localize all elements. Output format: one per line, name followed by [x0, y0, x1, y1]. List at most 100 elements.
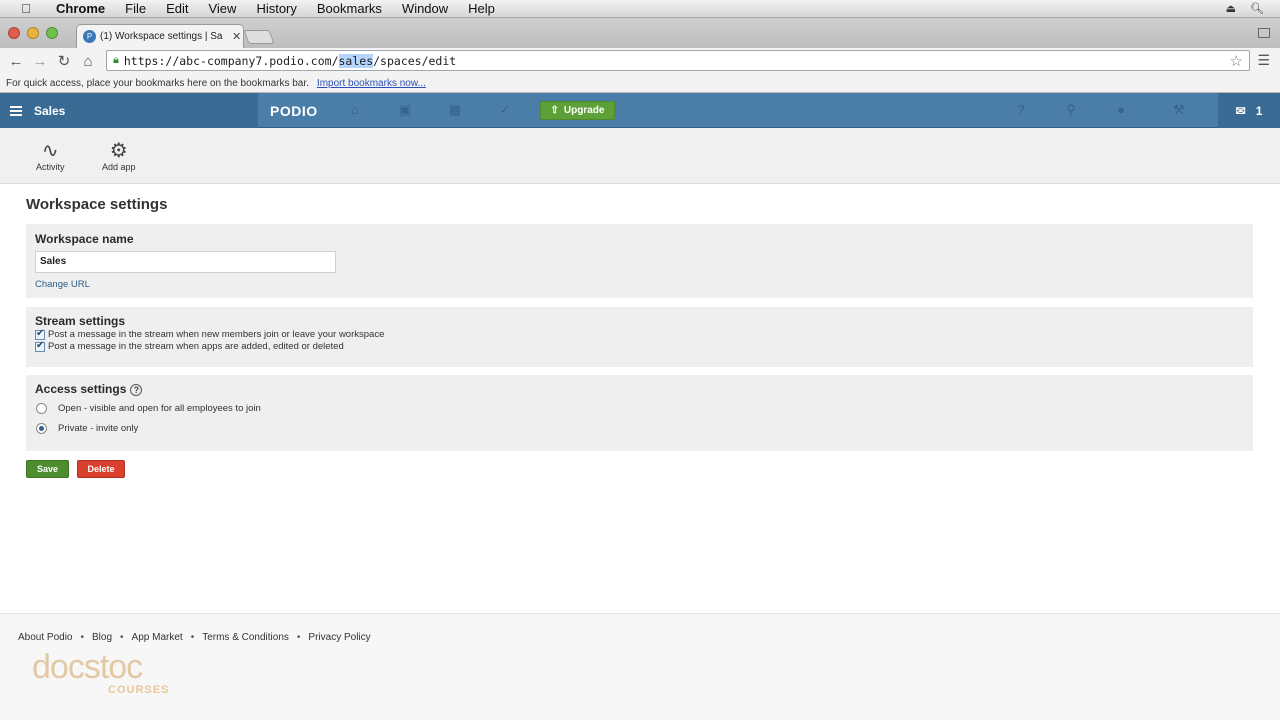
menu-history[interactable]: History: [246, 1, 306, 16]
back-icon[interactable]: ←: [4, 53, 28, 70]
activity-label: Activity: [36, 162, 65, 172]
window-controls: [8, 27, 58, 39]
notification-icon: ✉: [1235, 103, 1246, 118]
footer: About Podio • Blog • App Market • Terms & C…: [0, 613, 1280, 720]
menu-file[interactable]: File: [115, 1, 156, 16]
search-icon[interactable]: ⚲: [1064, 103, 1078, 117]
workspace-name-heading: Workspace name: [35, 232, 134, 246]
activity-app[interactable]: ∿ Activity: [36, 140, 65, 172]
podio-favicon-icon: P: [83, 30, 96, 43]
footer-link-about[interactable]: About Podio: [18, 632, 73, 643]
fullscreen-icon[interactable]: [1258, 28, 1270, 38]
stream-option-apps: Post a message in the stream when apps a…: [35, 340, 1244, 352]
home-icon[interactable]: ⌂: [348, 103, 362, 117]
bookmarks-bar: For quick access, place your bookmarks h…: [0, 74, 1280, 93]
footer-link-app-market[interactable]: App Market: [132, 632, 183, 643]
workspace-name: Sales: [34, 103, 66, 118]
footer-link-blog[interactable]: Blog: [92, 632, 112, 643]
help-circle-icon[interactable]: ?: [130, 384, 143, 396]
footer-separator: •: [190, 632, 195, 643]
import-bookmarks-link[interactable]: Import bookmarks now...: [317, 78, 426, 89]
address-bar[interactable]: 🔒︎ https://abc-company7.podio.com/sales/…: [106, 50, 1250, 71]
notification-count: 1: [1255, 103, 1263, 118]
eject-icon[interactable]: ⏏: [1226, 2, 1236, 15]
workspace-switcher[interactable]: Sales: [0, 93, 258, 128]
footer-link-privacy[interactable]: Privacy Policy: [308, 632, 370, 643]
stream-settings-panel: Stream settings Post a message in the st…: [26, 307, 1253, 367]
browser-tab[interactable]: P (1) Workspace settings | Sa ✕: [76, 24, 244, 48]
access-option-open: Open - visible and open for all employee…: [36, 403, 1244, 414]
calendar-icon[interactable]: ▦: [448, 103, 462, 117]
url-text: https://abc-company7.podio.com/sales/spa…: [123, 53, 457, 68]
mac-menu: Chrome File Edit View History Bookmarks …: [46, 1, 505, 16]
footer-links: About Podio • Blog • App Market • Terms & C…: [18, 632, 371, 643]
change-url-link[interactable]: Change URL: [35, 279, 1244, 290]
menu-window[interactable]: Window: [392, 1, 458, 16]
menu-edit[interactable]: Edit: [156, 1, 198, 16]
members-checkbox[interactable]: [35, 328, 45, 340]
menu-app-name[interactable]: Chrome: [46, 1, 115, 16]
app-bar: ∿ Activity ⚙ Add app: [0, 128, 1280, 184]
hamburger-menu-icon[interactable]: [10, 105, 22, 116]
mac-menu-bar:  Chrome File Edit View History Bookmark…: [0, 0, 1280, 18]
footer-separator: •: [80, 632, 85, 643]
contacts-icon[interactable]: ●: [1114, 103, 1128, 117]
close-tab-icon[interactable]: ✕: [232, 30, 241, 43]
stream-option-label: Post a message in the stream when apps a…: [48, 341, 344, 352]
add-app-label: Add app: [102, 162, 136, 172]
notifications-button[interactable]: ✉ 1: [1218, 93, 1280, 128]
menu-bookmarks[interactable]: Bookmarks: [307, 1, 392, 16]
help-icon[interactable]: ?: [1014, 103, 1028, 117]
close-window-button[interactable]: [8, 27, 20, 39]
tools-icon[interactable]: ⚒: [1172, 103, 1186, 117]
access-option-private: Private - invite only: [36, 423, 1244, 434]
podio-header: Sales PODIO ⌂ ▣ ▦ ✓ ⇧ Upgrade ? ⚲ ● ⚒ ✉ …: [0, 93, 1280, 128]
browser-tabstrip: P (1) Workspace settings | Sa ✕: [0, 18, 1280, 48]
minimize-window-button[interactable]: [27, 27, 39, 39]
footer-link-terms[interactable]: Terms & Conditions: [202, 632, 289, 643]
stream-option-label: Post a message in the stream when new me…: [48, 329, 385, 340]
lock-icon: 🔒︎: [113, 54, 119, 66]
spotlight-icon[interactable]: 🔍︎: [1250, 2, 1264, 15]
page-title: Workspace settings: [26, 196, 168, 213]
access-option-label: Open - visible and open for all employee…: [58, 403, 261, 414]
footer-separator: •: [120, 632, 124, 643]
open-radio[interactable]: [36, 403, 47, 414]
apps-checkbox[interactable]: [35, 340, 45, 352]
podio-logo[interactable]: PODIO: [270, 103, 318, 119]
menu-view[interactable]: View: [198, 1, 246, 16]
access-settings-heading: Access settings?: [35, 382, 1244, 396]
forward-icon[interactable]: →: [28, 53, 52, 70]
add-app-button[interactable]: ⚙ Add app: [102, 140, 136, 172]
upgrade-button[interactable]: ⇧ Upgrade: [540, 101, 615, 120]
access-settings-panel: Access settings? Open - visible and open…: [26, 375, 1253, 451]
private-radio[interactable]: [36, 423, 47, 434]
tasks-icon[interactable]: ✓: [498, 103, 512, 117]
new-tab-button[interactable]: [243, 30, 275, 44]
gear-icon: ⚙: [109, 140, 128, 162]
upgrade-arrow-icon: ⇧: [550, 105, 559, 116]
menu-extras: ⏏ 🔍︎: [1226, 2, 1264, 15]
activity-icon: ∿: [41, 140, 59, 162]
workspace-name-panel: Workspace name Sales Change URL: [26, 224, 1253, 298]
workspace-name-input[interactable]: Sales: [35, 251, 336, 273]
url-selected-text: sales: [338, 53, 374, 68]
zoom-window-button[interactable]: [46, 27, 58, 39]
bookmark-star-icon[interactable]: ☆: [1230, 52, 1243, 70]
docstoc-watermark: docstoc COURSES: [32, 648, 168, 696]
watermark-text: docstoc: [32, 648, 143, 686]
reload-icon[interactable]: ↻: [52, 52, 76, 70]
browser-toolbar: ← → ↻ ⌂ 🔒︎ https://abc-company7.podio.co…: [0, 48, 1280, 74]
chrome-menu-icon[interactable]: ☰: [1257, 52, 1270, 69]
stream-option-members: Post a message in the stream when new me…: [35, 328, 1244, 340]
menu-help[interactable]: Help: [458, 1, 505, 16]
save-button[interactable]: Save: [26, 460, 69, 478]
stream-icon[interactable]: ▣: [398, 103, 412, 117]
home-browser-icon[interactable]: ⌂: [76, 53, 100, 70]
access-option-label: Private - invite only: [58, 423, 139, 434]
upgrade-label: Upgrade: [563, 105, 605, 116]
delete-button[interactable]: Delete: [77, 460, 125, 478]
stream-settings-heading: Stream settings: [35, 314, 126, 328]
apple-icon[interactable]: : [16, 1, 36, 16]
bookmarks-hint: For quick access, place your bookmarks h…: [6, 77, 309, 89]
